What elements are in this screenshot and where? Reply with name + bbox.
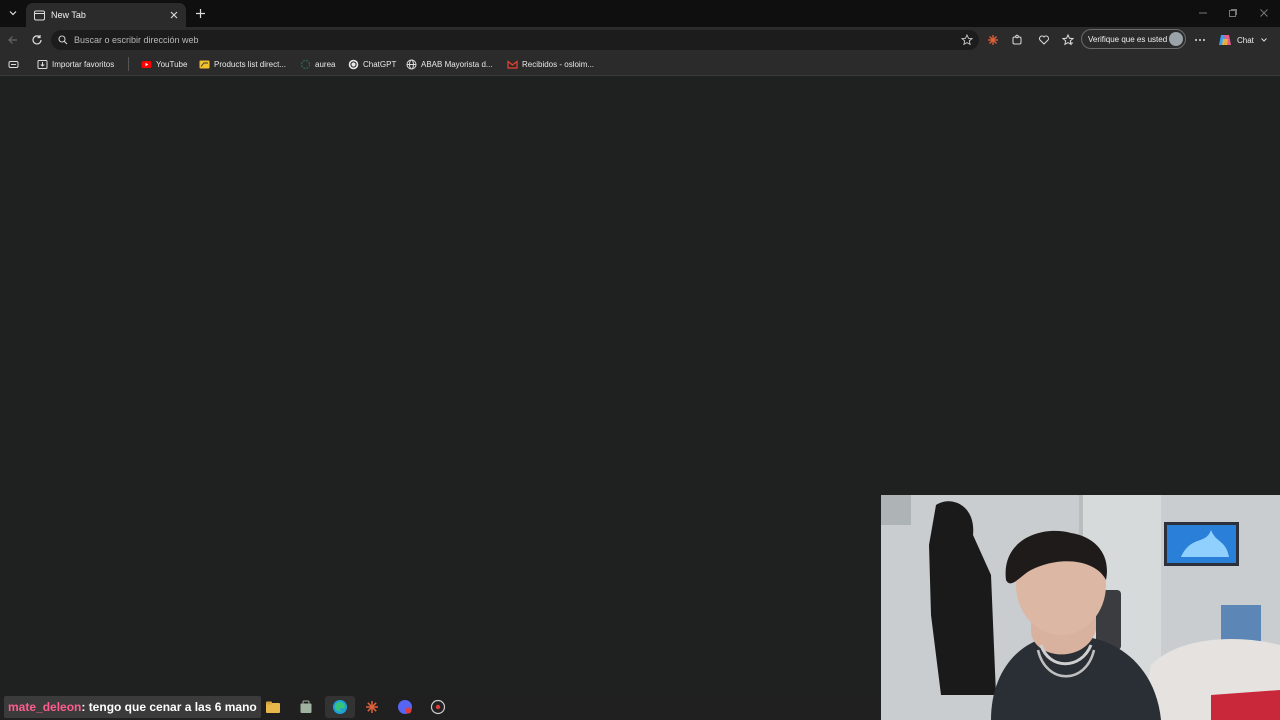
webcam-image xyxy=(881,495,1280,720)
plus-icon xyxy=(195,8,205,18)
close-tab-button[interactable] xyxy=(167,8,181,22)
settings-more-button[interactable] xyxy=(1191,31,1209,49)
taskbar-file-explorer[interactable] xyxy=(264,698,282,716)
bookmark-abab-mayorista[interactable]: ABAB Mayorista d... xyxy=(406,57,493,71)
taskbar-store[interactable] xyxy=(297,698,315,716)
taskbar-app-recorder[interactable] xyxy=(429,698,447,716)
new-tab-button[interactable] xyxy=(192,5,208,21)
chevron-down-icon xyxy=(1261,38,1267,42)
toolbar: Verifique que es usted Chat xyxy=(0,27,1280,53)
chat-message-text: : tengo que cenar a las 6 mano xyxy=(81,700,257,714)
store-icon xyxy=(300,700,312,713)
profile-button[interactable]: Verifique que es usted xyxy=(1081,29,1186,49)
back-button[interactable] xyxy=(4,31,22,49)
heart-pulse-icon xyxy=(1039,35,1049,45)
copilot-label: Chat xyxy=(1237,35,1254,45)
star-outline-icon xyxy=(961,34,973,46)
discord-app-icon xyxy=(398,700,412,714)
bookmark-aurea[interactable]: aurea xyxy=(300,57,335,71)
restore-icon xyxy=(1229,9,1237,17)
bookmark-label: aurea xyxy=(315,59,336,69)
avatar xyxy=(1169,32,1183,46)
minimize-icon xyxy=(1199,12,1207,14)
aurea-icon xyxy=(300,59,311,70)
restore-button[interactable] xyxy=(1226,6,1240,20)
youtube-icon xyxy=(141,59,152,70)
tab-title: New Tab xyxy=(51,10,86,20)
search-icon xyxy=(57,34,69,46)
puzzle-icon xyxy=(1012,34,1022,45)
bookmarks-divider xyxy=(128,57,129,71)
folder-icon xyxy=(266,701,280,713)
close-window-button[interactable] xyxy=(1257,6,1271,20)
favorites-star-icon xyxy=(1062,34,1074,46)
chatgpt-icon xyxy=(348,59,359,70)
address-bar[interactable] xyxy=(51,30,979,50)
taskbar-edge[interactable] xyxy=(331,698,349,716)
bookmark-label: YouTube xyxy=(156,59,188,69)
bookmark-products-list[interactable]: Products list direct... xyxy=(199,57,286,71)
extensions-button[interactable] xyxy=(1008,31,1026,49)
taskbar-app-discord[interactable] xyxy=(396,698,414,716)
copilot-chat-button[interactable]: Chat xyxy=(1218,31,1276,49)
back-arrow-icon xyxy=(8,36,17,44)
bookmark-label: ChatGPT xyxy=(363,59,397,69)
extension-button[interactable] xyxy=(984,31,1002,49)
more-horizontal-icon xyxy=(1195,39,1205,41)
copilot-icon xyxy=(1219,35,1231,45)
profile-label: Verifique que es usted xyxy=(1088,34,1168,44)
chat-username: mate_deleon xyxy=(8,700,82,714)
globe-icon xyxy=(406,59,417,70)
bookmark-youtube[interactable]: YouTube xyxy=(141,57,187,71)
import-icon xyxy=(37,59,48,70)
bookmark-label: Importar favoritos xyxy=(52,59,115,69)
sparkle-app-icon xyxy=(366,701,378,713)
favorites-button[interactable] xyxy=(1059,31,1077,49)
gmail-icon xyxy=(507,59,518,70)
bookmark-chatgpt[interactable]: ChatGPT xyxy=(348,57,396,71)
webcam-overlay xyxy=(881,495,1280,720)
stream-chat-message: mate_deleon : tengo que cenar a las 6 ma… xyxy=(4,696,261,718)
edge-browser-icon xyxy=(333,700,347,714)
tab-strip: New Tab xyxy=(0,0,1280,27)
bookmarks-menu-button[interactable] xyxy=(8,57,19,71)
bookmark-label: Recibidos - osloim... xyxy=(522,59,595,69)
tab-list-button[interactable] xyxy=(4,4,22,22)
recorder-app-icon xyxy=(430,699,446,715)
collections-icon xyxy=(8,60,19,68)
refresh-button[interactable] xyxy=(28,31,46,49)
bookmark-label: ABAB Mayorista d... xyxy=(421,59,493,69)
bookmark-import-favorites[interactable]: Importar favoritos xyxy=(37,57,114,71)
address-input[interactable] xyxy=(74,35,960,45)
tab-new-tab[interactable]: New Tab xyxy=(26,3,186,27)
close-icon xyxy=(1260,9,1268,17)
new-tab-favicon-icon xyxy=(33,9,45,21)
chevron-down-icon xyxy=(9,11,17,16)
close-icon xyxy=(170,11,178,19)
minimize-button[interactable] xyxy=(1196,6,1210,20)
folder-icon xyxy=(199,59,210,70)
taskbar-app-sparkle[interactable] xyxy=(363,698,381,716)
bookmark-label: Products list direct... xyxy=(214,59,287,69)
refresh-icon xyxy=(32,35,42,45)
bookmark-gmail[interactable]: Recibidos - osloim... xyxy=(507,57,594,71)
browser-essentials-button[interactable] xyxy=(1035,31,1053,49)
sparkle-extension-icon xyxy=(988,35,998,45)
bookmarks-bar: Importar favoritos YouTube Products list… xyxy=(0,53,1280,76)
add-favorite-button[interactable] xyxy=(960,33,974,47)
